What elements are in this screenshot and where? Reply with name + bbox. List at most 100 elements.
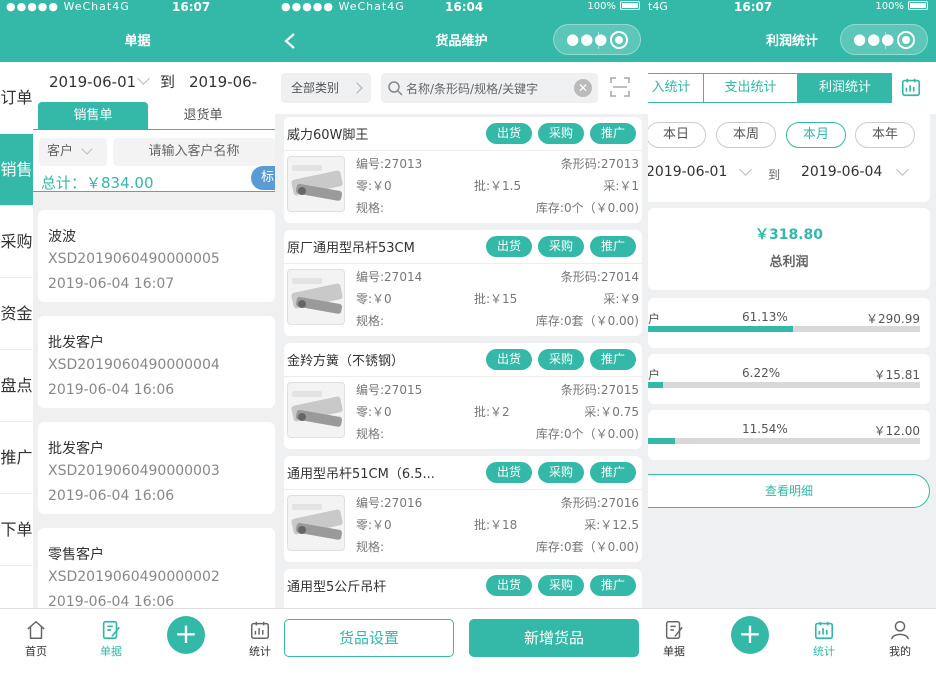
promote-button[interactable]: 推广 bbox=[590, 349, 636, 370]
purchase-button[interactable]: 采购 bbox=[538, 462, 584, 483]
period-month[interactable]: 本月 bbox=[786, 122, 846, 148]
capsule-divider bbox=[598, 32, 599, 49]
sidebar-item-inventory[interactable]: 盘点 bbox=[0, 350, 33, 422]
goods-code: 编号:27015 bbox=[356, 383, 423, 397]
scan-icon[interactable] bbox=[609, 76, 631, 98]
add-goods-button[interactable]: 新增货品 bbox=[469, 619, 639, 657]
order-card[interactable]: 零售客户 XSD2019060490000002 2019-06-04 16:0… bbox=[38, 528, 275, 608]
row-percent: 61.13% bbox=[742, 310, 788, 324]
customer-search-input[interactable]: 请输入客户名称 bbox=[113, 138, 275, 166]
tab-profit-stats[interactable]: 利润统计 bbox=[798, 73, 892, 103]
sidebar-item-promotion[interactable]: 推广 bbox=[0, 422, 33, 494]
tab-home-label: 首页 bbox=[25, 645, 47, 658]
promote-button[interactable]: 推广 bbox=[590, 123, 636, 144]
retail-price: 零:￥0 bbox=[356, 292, 392, 306]
sidebar-item-orders[interactable]: 订单 bbox=[0, 62, 33, 134]
tab-expense-stats[interactable]: 支出统计 bbox=[704, 73, 798, 103]
miniapp-capsule[interactable]: ●●● bbox=[840, 24, 928, 55]
chevron-down-icon[interactable] bbox=[739, 163, 752, 176]
promote-button[interactable]: 推广 bbox=[590, 575, 636, 596]
miniapp-capsule[interactable]: ●●● bbox=[553, 24, 641, 55]
orders-screen: ●●●●● WeChat4G 16:07 单据 订单 销售 采购 资金 盘点 推… bbox=[0, 0, 275, 700]
goods-stock: 库存:0套（￥0.00) bbox=[535, 314, 639, 328]
wholesale-price: 批:￥2 bbox=[474, 405, 510, 419]
ship-button[interactable]: 出货 bbox=[486, 123, 532, 144]
calendar-chart-icon[interactable] bbox=[900, 76, 922, 98]
ship-button[interactable]: 出货 bbox=[486, 462, 532, 483]
total-amount: 总计：￥834.00 bbox=[41, 174, 154, 192]
tab-sales-order[interactable]: 销售单 bbox=[38, 102, 148, 130]
tab-documents[interactable]: 单据 bbox=[89, 609, 133, 659]
close-circle-icon[interactable] bbox=[897, 31, 915, 49]
sidebar-item-funds[interactable]: 资金 bbox=[0, 278, 33, 350]
goods-card[interactable]: 金羚方簧（不锈钢） 出货 采购 推广 编号:27015 条形码:27015 零:￥0 批:￥2… bbox=[284, 343, 642, 449]
home-icon bbox=[27, 620, 45, 639]
clock: 16:04 bbox=[445, 0, 484, 14]
bottom-actions: 货品设置 新增货品 bbox=[275, 608, 648, 700]
clear-icon[interactable]: ✕ bbox=[574, 79, 592, 97]
period-week[interactable]: 本周 bbox=[716, 122, 776, 148]
view-details-button[interactable]: 查看明细 bbox=[648, 474, 930, 508]
tab-statistics[interactable]: 统计 bbox=[238, 609, 275, 659]
ship-button[interactable]: 出货 bbox=[486, 575, 532, 596]
goods-card[interactable]: 威力60W脚王 出货 采购 推广 编号:27013 条形码:27013 零:￥0 批:￥1.5… bbox=[284, 117, 642, 223]
label-badge[interactable]: 标 bbox=[251, 166, 275, 190]
order-number: XSD2019060490000002 bbox=[48, 569, 220, 585]
purchase-button[interactable]: 采购 bbox=[538, 349, 584, 370]
order-card[interactable]: 批发客户 XSD2019060490000003 2019-06-04 16:0… bbox=[38, 422, 275, 514]
battery-icon bbox=[908, 1, 928, 10]
category-select[interactable]: 全部类别 bbox=[281, 73, 371, 103]
chevron-down-icon[interactable] bbox=[137, 72, 150, 85]
more-dots-icon[interactable]: ●●● bbox=[566, 30, 608, 48]
tab-income-stats[interactable]: 入统计 bbox=[648, 73, 704, 103]
order-time: 2019-06-04 16:06 bbox=[48, 382, 175, 398]
period-filter: 本日 本周 本月 本年 2019-06-01 到 2019-06-04 bbox=[648, 114, 930, 202]
period-year[interactable]: 本年 bbox=[855, 122, 915, 148]
search-input[interactable]: 名称/条形码/规格/关键字 ✕ bbox=[381, 73, 598, 103]
purchase-button[interactable]: 采购 bbox=[538, 123, 584, 144]
tab-statistics[interactable]: 统计 bbox=[802, 609, 846, 659]
tab-documents[interactable]: 单据 bbox=[652, 609, 696, 659]
goods-settings-button[interactable]: 货品设置 bbox=[284, 619, 454, 657]
purchase-button[interactable]: 采购 bbox=[538, 236, 584, 257]
clock: 16:07 bbox=[734, 0, 773, 14]
period-today[interactable]: 本日 bbox=[648, 122, 706, 148]
goods-spec: 规格: bbox=[356, 427, 385, 441]
row-amount: ￥15.81 bbox=[873, 368, 920, 382]
ship-button[interactable]: 出货 bbox=[486, 349, 532, 370]
date-from[interactable]: 2019-06-01 bbox=[648, 164, 727, 180]
profit-row[interactable]: 户 6.22% ￥15.81 bbox=[648, 354, 930, 404]
chevron-down-icon[interactable] bbox=[896, 163, 909, 176]
profit-row[interactable]: 11.54% ￥12.00 bbox=[648, 410, 930, 460]
progress-track bbox=[648, 382, 920, 388]
close-circle-icon[interactable] bbox=[610, 31, 628, 49]
promote-button[interactable]: 推广 bbox=[590, 236, 636, 257]
hanger-rod-icon bbox=[291, 165, 343, 201]
progress-fill bbox=[648, 326, 793, 332]
progress-fill bbox=[648, 438, 676, 444]
date-to[interactable]: 2019-06-04 bbox=[801, 164, 882, 180]
sidebar-item-purchase[interactable]: 采购 bbox=[0, 206, 33, 278]
profit-row[interactable]: 户 61.13% ￥290.99 bbox=[648, 298, 930, 348]
add-button[interactable]: + bbox=[167, 616, 205, 654]
customer-select[interactable]: 客户 bbox=[39, 138, 107, 166]
order-card[interactable]: 批发客户 XSD2019060490000004 2019-06-04 16:0… bbox=[38, 316, 275, 408]
purchase-button[interactable]: 采购 bbox=[538, 575, 584, 596]
date-from[interactable]: 2019-06-01 bbox=[49, 62, 136, 102]
ship-button[interactable]: 出货 bbox=[486, 236, 532, 257]
tab-return-order[interactable]: 退货单 bbox=[148, 102, 258, 130]
retail-price: 零:￥0 bbox=[356, 518, 392, 532]
add-button[interactable]: + bbox=[731, 616, 769, 654]
divider bbox=[284, 376, 642, 377]
more-dots-icon[interactable]: ●●● bbox=[853, 30, 895, 48]
goods-card[interactable]: 原厂通用型吊杆53CM 出货 采购 推广 编号:27014 条形码:27014 零:￥0 批:… bbox=[284, 230, 642, 336]
battery-level: 100% bbox=[875, 1, 904, 12]
sidebar-item-sales[interactable]: 销售 bbox=[0, 134, 33, 206]
tab-home[interactable]: 首页 bbox=[14, 609, 58, 659]
order-card[interactable]: 波波 XSD2019060490000005 2019-06-04 16:07 bbox=[38, 210, 275, 302]
sidebar-item-place-order[interactable]: 下单 bbox=[0, 494, 33, 566]
tab-profile[interactable]: 我的 bbox=[878, 609, 922, 659]
header: ●●●●● WeChat4G 16:04 100% 货品维护 ●●● bbox=[275, 0, 648, 62]
promote-button[interactable]: 推广 bbox=[590, 462, 636, 483]
goods-card[interactable]: 通用型吊杆51CM（6.5... 出货 采购 推广 编号:27016 条形码:27016 零… bbox=[284, 456, 642, 562]
